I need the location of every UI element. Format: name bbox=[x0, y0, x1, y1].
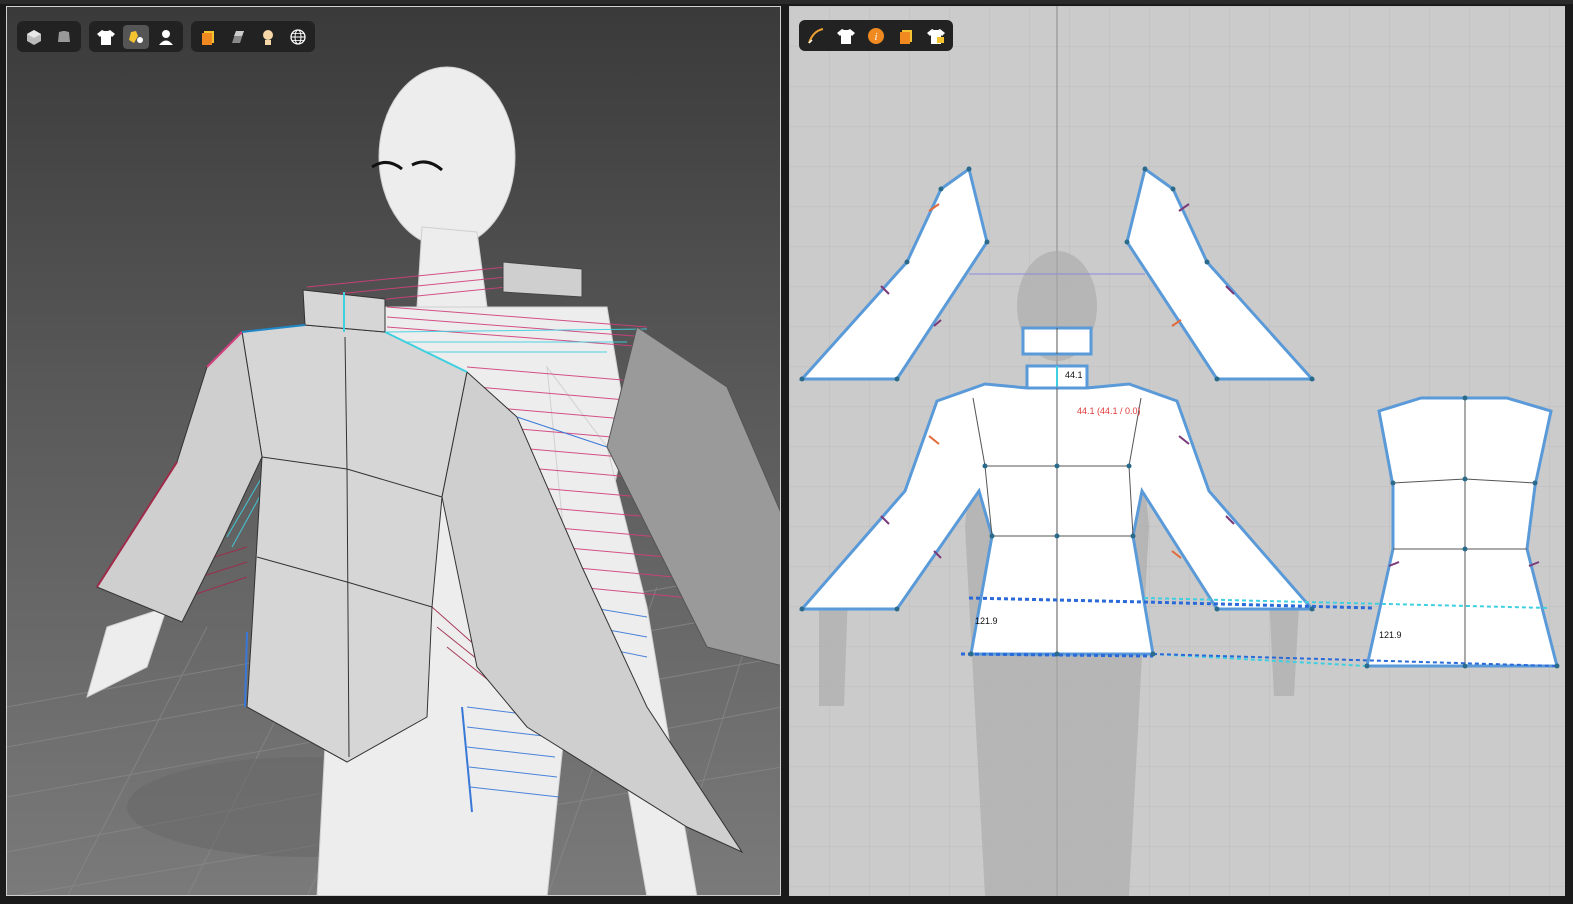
toolbar-3d-group-3 bbox=[191, 21, 315, 52]
toolbar-3d-group-2 bbox=[89, 21, 183, 52]
avatar-icon[interactable] bbox=[153, 25, 179, 49]
toolbar-3d-group-1 bbox=[17, 21, 81, 52]
cube-solid-icon[interactable] bbox=[21, 25, 47, 49]
top-strip bbox=[0, 0, 1573, 4]
shirt-icon[interactable] bbox=[93, 25, 119, 49]
viewport-2d-pattern[interactable]: 44.1 44.1 (44.1 / 0.0) 121.9 121.9 i bbox=[789, 6, 1565, 896]
pattern-back bbox=[1365, 396, 1559, 668]
3d-scene bbox=[7, 66, 780, 895]
left-sleeve bbox=[96, 330, 263, 623]
back-hem-measure: 121.9 bbox=[1379, 630, 1402, 640]
toolbar-2d: i bbox=[799, 20, 953, 51]
texture-icon[interactable] bbox=[893, 24, 919, 48]
lock-shirt-icon[interactable] bbox=[923, 24, 949, 48]
collar-measure-label: 44.1 bbox=[1065, 370, 1083, 380]
garment-cube-icon[interactable] bbox=[51, 25, 77, 49]
pattern-canvas bbox=[789, 6, 1565, 896]
collar-measure-detail: 44.1 (44.1 / 0.0) bbox=[1077, 406, 1141, 416]
svg-text:i: i bbox=[874, 31, 877, 43]
info-icon[interactable]: i bbox=[863, 24, 889, 48]
texture-icon[interactable] bbox=[195, 25, 221, 49]
fabric-pin-icon[interactable] bbox=[123, 24, 149, 49]
pen-curve-icon[interactable] bbox=[803, 24, 829, 48]
viewport-3d[interactable] bbox=[6, 6, 781, 896]
material-icon[interactable] bbox=[225, 25, 251, 49]
globe-icon[interactable] bbox=[285, 25, 311, 49]
front-hem-measure: 121.9 bbox=[975, 616, 998, 626]
shirt-icon[interactable] bbox=[833, 24, 859, 48]
skin-icon[interactable] bbox=[255, 25, 281, 49]
